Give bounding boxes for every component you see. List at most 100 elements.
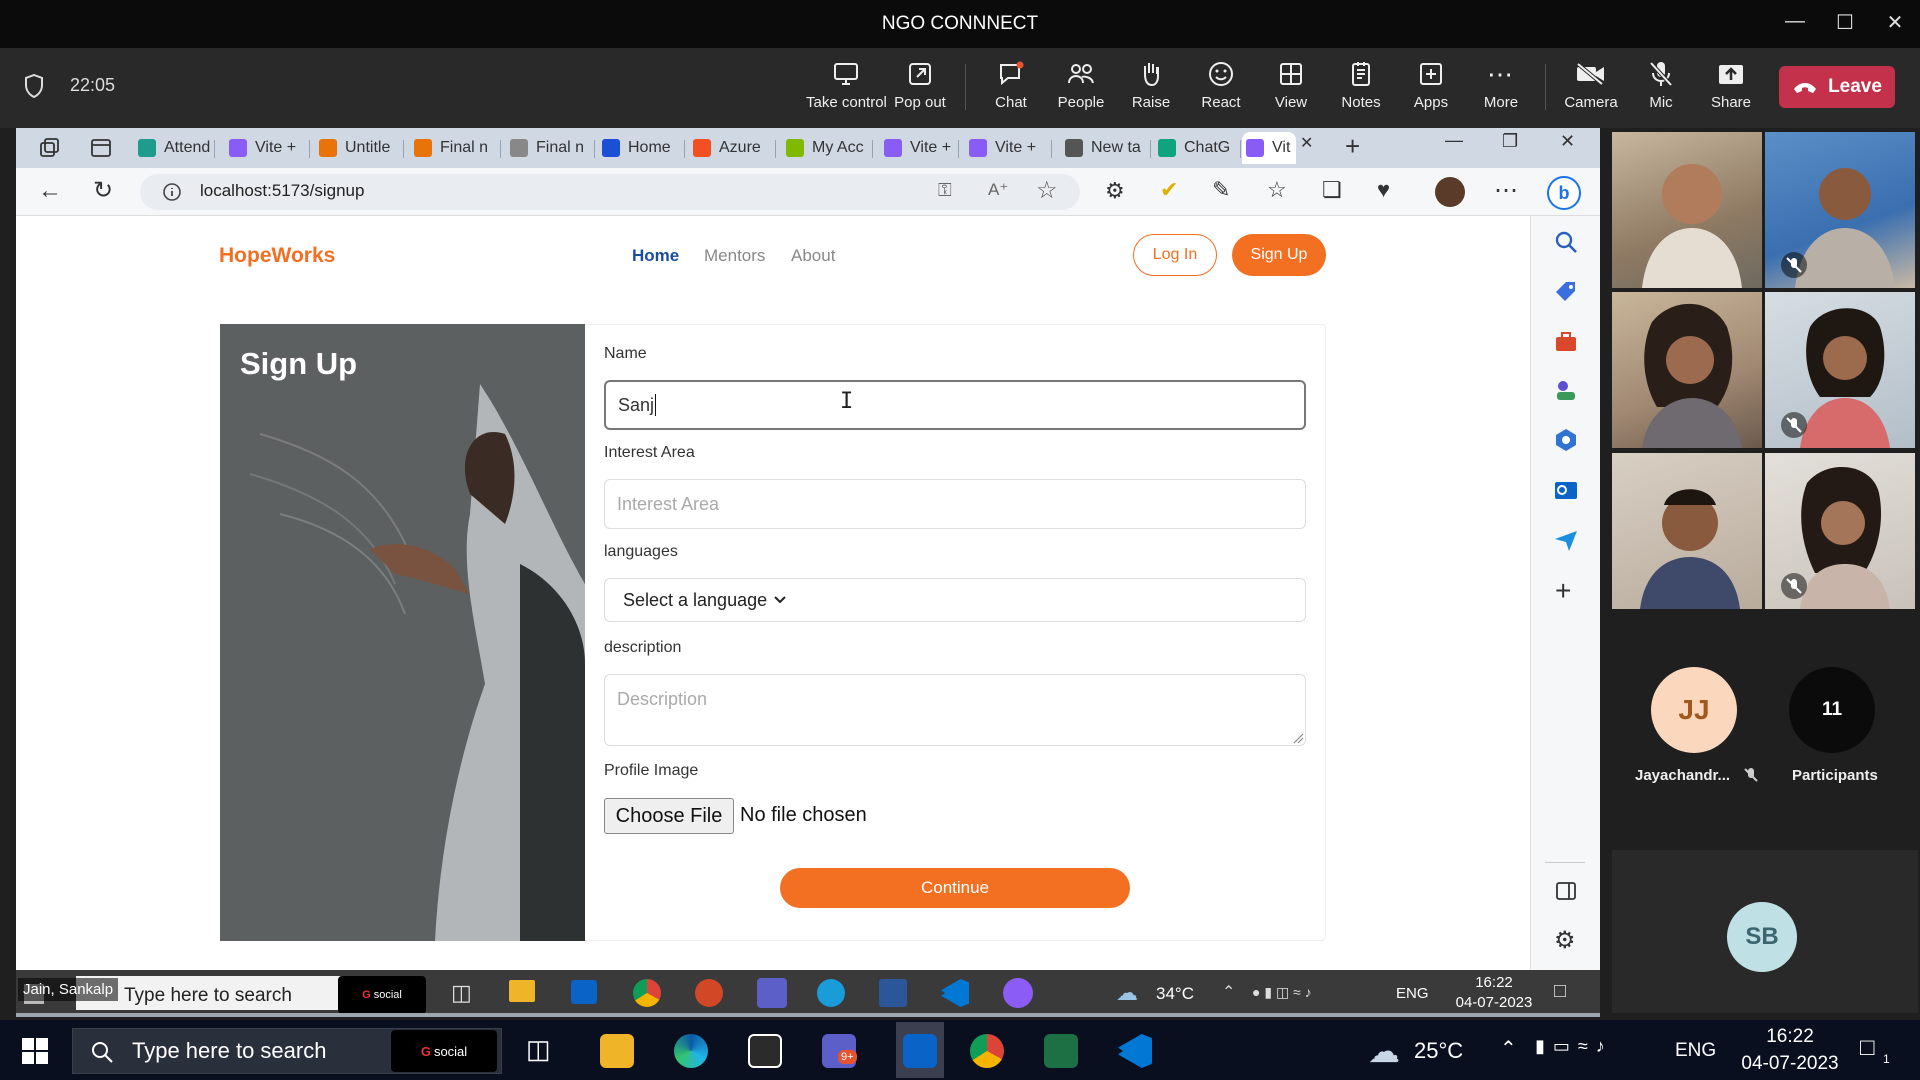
bing-copilot-icon[interactable]: b — [1547, 176, 1581, 210]
raise-hand-button[interactable]: Raise — [1116, 56, 1186, 111]
password-key-icon[interactable]: ⚿ — [938, 180, 952, 201]
language-select[interactable]: Select a language — [604, 578, 1306, 622]
vscode-icon[interactable] — [941, 979, 969, 1007]
outlook-taskbar-icon[interactable] — [903, 1034, 937, 1068]
file-explorer-icon[interactable] — [600, 1034, 634, 1068]
browser-tab[interactable]: Vite + — [225, 132, 305, 164]
read-aloud-icon[interactable]: A⁺ — [988, 180, 1008, 200]
browser-tab[interactable]: Final n — [506, 132, 590, 164]
participant-video-5[interactable] — [1612, 453, 1762, 609]
social-widget[interactable]: Gsocial — [391, 1030, 497, 1072]
tray-chevron-icon[interactable]: ⌃ — [1222, 982, 1235, 1002]
tray-chevron-icon[interactable]: ⌃ — [1500, 1036, 1517, 1061]
tab-actions-icon[interactable] — [90, 138, 112, 158]
new-tab-icon[interactable]: + — [1345, 131, 1360, 162]
participant-video-6[interactable] — [1765, 453, 1915, 609]
back-icon[interactable]: ← — [38, 177, 62, 205]
nav-home[interactable]: Home — [632, 246, 679, 266]
browser-tab[interactable]: Attend — [134, 132, 210, 164]
browser-tab[interactable]: ChatG — [1154, 132, 1236, 164]
app-icon[interactable] — [1003, 978, 1033, 1008]
signup-button[interactable]: Sign Up — [1232, 234, 1326, 276]
search-icon[interactable] — [1553, 229, 1579, 255]
browser-restore-icon[interactable]: ❐ — [1502, 131, 1518, 152]
resize-handle-icon[interactable] — [1292, 732, 1304, 744]
excel-icon[interactable] — [1044, 1034, 1078, 1068]
leave-button[interactable]: Leave — [1779, 66, 1895, 108]
extension-gear-icon[interactable]: ⚙ — [1105, 178, 1125, 204]
favorite-star-icon[interactable]: ☆ — [1036, 176, 1058, 205]
inner-notification-icon[interactable]: □ — [1554, 980, 1566, 1003]
mic-button[interactable]: Mic — [1626, 56, 1696, 111]
apps-button[interactable]: Apps — [1396, 56, 1466, 111]
add-sidebar-app-icon[interactable]: + — [1555, 575, 1571, 607]
profile-avatar[interactable] — [1435, 177, 1465, 207]
choose-file-button[interactable]: Choose File — [604, 798, 734, 834]
outlook-icon[interactable] — [1553, 477, 1579, 503]
interest-area-input[interactable]: Interest Area — [604, 479, 1306, 529]
microsoft-365-icon[interactable] — [1553, 427, 1579, 453]
name-input[interactable]: Sanj — [604, 380, 1306, 430]
camera-button[interactable]: Camera — [1556, 56, 1626, 111]
brand-logo[interactable]: HopeWorks — [219, 244, 335, 268]
chrome-icon[interactable] — [633, 979, 661, 1007]
participant-count-avatar[interactable]: 11 — [1789, 667, 1875, 753]
extensions-puzzle-icon[interactable]: ✎ — [1212, 177, 1230, 203]
send-icon[interactable] — [1553, 527, 1579, 553]
browser-tab[interactable]: Final n — [410, 132, 496, 164]
url-text[interactable]: localhost:5173/signup — [200, 181, 364, 201]
collections-icon[interactable]: ❏ — [1322, 177, 1342, 203]
minimize-icon[interactable]: — — [1780, 10, 1810, 33]
tools-briefcase-icon[interactable] — [1553, 329, 1579, 355]
browser-tab[interactable]: Azure — [689, 132, 771, 164]
powerpoint-icon[interactable] — [695, 979, 723, 1007]
browser-tab[interactable]: Vite + — [965, 132, 1047, 164]
tab-close-icon[interactable]: ✕ — [1300, 133, 1316, 153]
continue-button[interactable]: Continue — [780, 868, 1130, 908]
windows-start-icon[interactable] — [22, 1038, 48, 1064]
participant-video-1[interactable] — [1612, 132, 1762, 288]
refresh-icon[interactable]: ↻ — [93, 176, 113, 205]
nav-about[interactable]: About — [791, 246, 835, 266]
people-button[interactable]: People — [1046, 56, 1116, 111]
shopping-tag-icon[interactable] — [1553, 279, 1579, 305]
browser-tab[interactable]: Home — [598, 132, 680, 164]
file-explorer-icon[interactable] — [509, 980, 535, 1002]
task-view-icon[interactable]: ◫ — [451, 980, 472, 1006]
participant-video-4[interactable] — [1765, 292, 1915, 448]
browser-tab[interactable]: New ta — [1061, 132, 1146, 164]
extension-check-icon[interactable]: ✔ — [1160, 177, 1178, 203]
tray-icons[interactable]: ● ▮ ◫ ≈ ♪ — [1252, 984, 1312, 1001]
sidebar-settings-icon[interactable]: ⚙ — [1554, 926, 1576, 955]
description-textarea[interactable]: Description — [604, 674, 1306, 746]
more-button[interactable]: ⋯ More — [1466, 56, 1536, 112]
edge-icon[interactable] — [817, 979, 845, 1007]
store-icon[interactable] — [748, 1034, 782, 1068]
close-icon[interactable]: ✕ — [1880, 10, 1910, 35]
notes-button[interactable]: Notes — [1326, 56, 1396, 111]
participant-video-3[interactable] — [1612, 292, 1762, 448]
tray-icons[interactable]: ▮▭≈♪ — [1535, 1036, 1613, 1057]
favorites-icon[interactable]: ☆ — [1267, 177, 1287, 203]
participant-avatar-jj[interactable]: JJ — [1651, 667, 1737, 753]
login-button[interactable]: Log In — [1133, 234, 1217, 276]
browser-tab[interactable]: Vit — [1242, 132, 1296, 164]
hide-sidebar-icon[interactable] — [1553, 878, 1579, 904]
site-info-icon[interactable] — [162, 182, 182, 202]
notification-center-icon[interactable]: □ — [1860, 1034, 1875, 1062]
chrome-icon[interactable] — [970, 1034, 1004, 1068]
react-button[interactable]: React — [1186, 56, 1256, 111]
edge-icon[interactable] — [674, 1034, 708, 1068]
take-control-button[interactable]: Take control — [806, 56, 887, 111]
social-widget[interactable]: Gsocial — [338, 976, 426, 1014]
share-button[interactable]: Share — [1696, 56, 1766, 111]
participant-video-2[interactable] — [1765, 132, 1915, 288]
maximize-icon[interactable]: ☐ — [1830, 10, 1860, 35]
browser-essentials-icon[interactable]: ♥ — [1377, 177, 1390, 203]
browser-close-icon[interactable]: ✕ — [1560, 131, 1575, 152]
browser-tab[interactable]: Untitle — [315, 132, 399, 164]
nav-mentors[interactable]: Mentors — [704, 246, 765, 266]
view-button[interactable]: View — [1256, 56, 1326, 111]
browser-tab[interactable]: My Acc — [782, 132, 868, 164]
settings-more-icon[interactable]: ⋯ — [1494, 176, 1518, 205]
